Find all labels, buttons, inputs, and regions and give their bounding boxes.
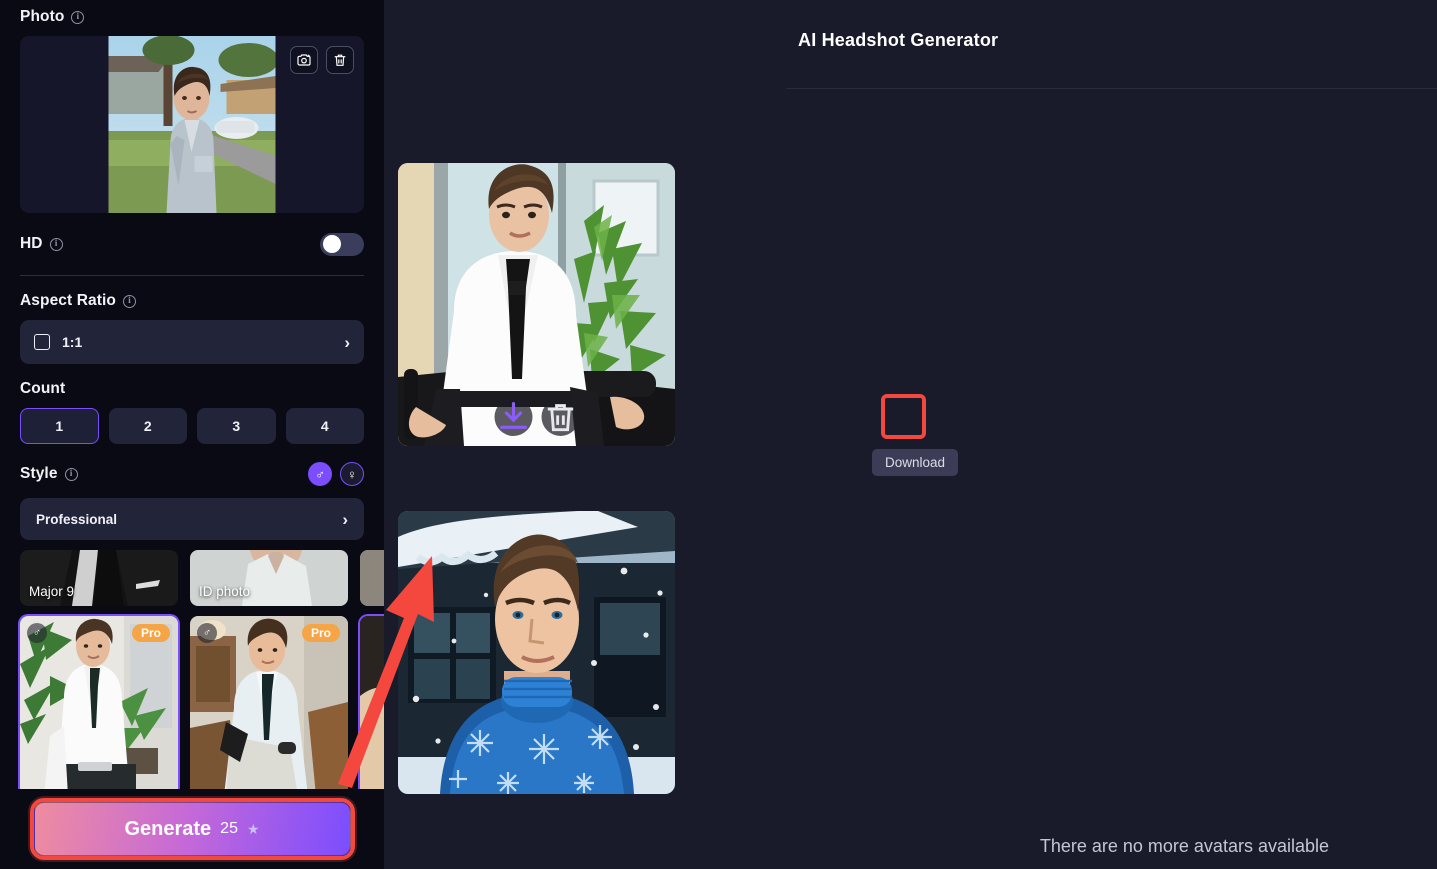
hd-toggle-knob [323, 235, 341, 253]
generate-bar: Generate 25 ★ [0, 789, 384, 869]
download-button[interactable] [494, 398, 532, 436]
photo-section-label: Photo i [20, 0, 364, 26]
style-card[interactable]: ♂ Pro [20, 616, 178, 796]
count-label-text: Count [20, 380, 66, 397]
chevron-right-icon: › [344, 332, 350, 352]
male-gender-icon[interactable]: ♂ [308, 462, 332, 486]
style-card[interactable] [360, 616, 384, 796]
app-root: Photo i HD i Aspect Ratio i 1:1 › Count … [0, 0, 1437, 869]
square-icon [34, 334, 50, 350]
divider [20, 275, 364, 276]
gender-toggle-group: ♂ ♀ [308, 462, 364, 486]
generated-result-card[interactable] [398, 163, 675, 446]
info-icon[interactable]: i [49, 237, 63, 251]
delete-photo-button[interactable] [326, 46, 354, 74]
style-card[interactable]: Major 9 [20, 550, 178, 606]
pro-badge: Pro [301, 624, 340, 642]
hd-label-text: HD [20, 235, 43, 252]
style-category-select[interactable]: Professional › [20, 498, 364, 540]
count-section: Count 1 2 3 4 [20, 380, 364, 444]
count-option-4[interactable]: 4 [285, 408, 364, 444]
hd-toggle[interactable] [320, 232, 364, 256]
result-overlay-actions [494, 398, 579, 436]
count-option-3[interactable]: 3 [197, 408, 276, 444]
retake-photo-button[interactable] [290, 46, 318, 74]
style-card[interactable]: ID photo [190, 550, 348, 606]
source-photo-box[interactable] [20, 36, 364, 213]
generated-result-card[interactable] [398, 511, 675, 794]
download-highlight-box [881, 394, 926, 439]
divider [786, 88, 1437, 89]
aspect-ratio-select[interactable]: 1:1 › [20, 320, 364, 364]
style-card[interactable] [360, 550, 384, 606]
aspect-ratio-section: Aspect Ratio i 1:1 › [20, 292, 364, 364]
generate-button[interactable]: Generate 25 ★ [33, 802, 351, 856]
pro-badge: Pro [131, 624, 170, 642]
download-tooltip: Download [872, 449, 959, 476]
generate-button-label: Generate [124, 817, 212, 840]
aspect-ratio-label-text: Aspect Ratio [20, 292, 116, 309]
style-label-text: Style [20, 465, 58, 482]
page-title: AI Headshot Generator [798, 30, 999, 50]
count-option-1[interactable]: 1 [20, 408, 99, 444]
star-icon: ★ [246, 820, 260, 837]
photo-action-buttons [290, 46, 354, 74]
generate-cost: 25 [220, 820, 238, 837]
aspect-ratio-value: 1:1 [62, 334, 83, 350]
main-content: AI Headshot Generator Download There are… [384, 0, 1437, 869]
sidebar-scroll-area[interactable]: Photo i HD i Aspect Ratio i 1:1 › Count … [0, 0, 384, 869]
photo-label-text: Photo [20, 8, 65, 25]
style-label: Style i [20, 465, 78, 483]
info-icon[interactable]: i [122, 294, 136, 308]
delete-result-button[interactable] [541, 398, 579, 436]
style-card-name: ID photo [199, 584, 251, 599]
info-icon[interactable]: i [71, 10, 85, 24]
female-gender-icon[interactable]: ♀ [340, 462, 364, 486]
empty-state-note: There are no more avatars available [1039, 836, 1329, 856]
style-card[interactable]: ♂ Pro [190, 616, 348, 796]
hd-label: HD i [20, 235, 63, 253]
source-photo-thumbnail [108, 36, 276, 213]
style-category-value: Professional [36, 511, 118, 527]
generate-highlight: Generate 25 ★ [29, 798, 355, 860]
hd-setting-row: HD i [20, 229, 364, 259]
chevron-right-icon: › [342, 509, 348, 529]
aspect-ratio-label: Aspect Ratio i [20, 292, 364, 310]
info-icon[interactable]: i [64, 467, 78, 481]
male-gender-icon: ♂ [27, 623, 47, 643]
count-label: Count [20, 380, 364, 398]
settings-sidebar: Photo i HD i Aspect Ratio i 1:1 › Count … [0, 0, 384, 869]
style-section-header: Style i ♂ ♀ [20, 462, 364, 486]
style-card-name: Major 9 [29, 584, 75, 599]
style-card-grid: Major 9 ID photo ♂ Pro ♂ Pro [20, 550, 384, 796]
count-options: 1 2 3 4 [20, 408, 364, 444]
count-option-2[interactable]: 2 [108, 408, 187, 444]
male-gender-icon: ♂ [197, 623, 217, 643]
